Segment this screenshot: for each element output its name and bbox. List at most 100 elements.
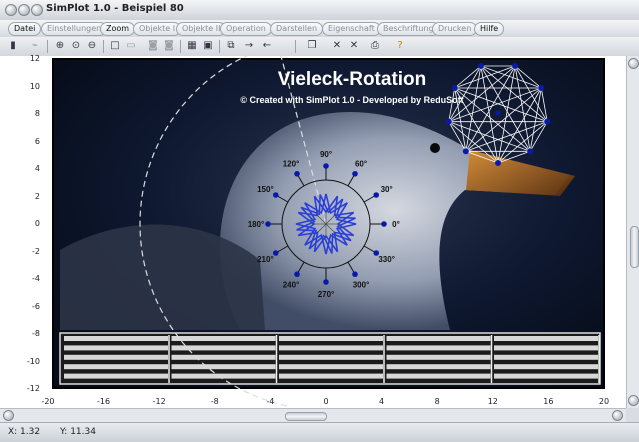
angle-point <box>323 163 329 169</box>
ruler-icon[interactable]: ⌁ <box>28 39 42 53</box>
y-tick-label: -8 <box>32 329 40 338</box>
angle-point <box>352 271 358 278</box>
angle-point <box>272 192 279 198</box>
y-tick-label: 12 <box>29 54 40 63</box>
x-tick-label: 12 <box>487 397 498 406</box>
legend-stripe <box>494 345 598 351</box>
angle-label: 0° <box>392 220 400 229</box>
menu-hilfe[interactable]: Hilfe <box>474 22 505 36</box>
angle-point <box>352 170 358 177</box>
y-tick-label: 8 <box>34 109 40 118</box>
vertical-scroll-thumb[interactable] <box>630 226 639 268</box>
table-icon[interactable]: ▦ <box>185 39 199 53</box>
y-tick-label: -12 <box>26 384 40 393</box>
zoom-out-icon[interactable]: ⊖ <box>85 39 99 53</box>
angle-label: 240° <box>283 281 300 290</box>
legend-stripe <box>171 354 276 360</box>
square-icon[interactable]: □ <box>108 39 122 53</box>
scroll-right-button[interactable] <box>612 410 623 421</box>
y-tick-label: 4 <box>34 164 40 173</box>
legend-stripe <box>64 336 168 341</box>
y-tick-label: 10 <box>29 81 40 91</box>
right-arrow-icon[interactable]: → <box>242 39 256 53</box>
text-box-icon[interactable]: ▭ <box>124 39 138 53</box>
copy-icon[interactable]: ⧉ <box>224 39 238 53</box>
x-tick-label: -8 <box>210 397 219 406</box>
scroll-down-button[interactable] <box>628 395 639 406</box>
cross2-icon[interactable]: ✕ <box>347 39 361 53</box>
toolbar-separator <box>103 40 104 53</box>
angle-label: 150° <box>257 185 274 194</box>
menu-datei[interactable]: Datei <box>8 22 42 36</box>
nonagon-vertex <box>445 118 452 125</box>
plot-canvas[interactable]: 0° 30° 60° 90° 120° 150° 180° 210° 240° 270° 300° 3… <box>0 56 626 408</box>
menu-eigenschaft[interactable]: Eigenschaft <box>322 22 381 36</box>
window-title: SimPlot 1.0 - Beispiel 80 <box>46 3 184 14</box>
x-tick-label: 16 <box>543 397 554 406</box>
help-icon[interactable]: ? <box>393 39 407 53</box>
toolbar: ▮ ⌁ ⊕ ⊙ ⊖ □ ▭ ◙ ◙ ▦ ▣ ⧉ → ← ❐ ✕ ✕ ⎙ ? <box>0 37 639 57</box>
cross-icon[interactable]: ✕ <box>330 39 344 53</box>
legend-stripe <box>171 364 276 370</box>
y-tick-label: -2 <box>32 246 40 256</box>
x-tick-label: 4 <box>379 397 385 406</box>
horizontal-scroll-thumb[interactable] <box>285 412 327 421</box>
y-tick-label: 0 <box>34 219 40 228</box>
nonagon-vertex <box>451 85 458 91</box>
toolbar-separator <box>219 40 220 53</box>
menu-objekte-1[interactable]: Objekte I <box>133 22 182 36</box>
menu-drucken[interactable]: Drucken <box>432 22 478 36</box>
menu-einstellungen[interactable]: Einstellungen <box>41 22 108 36</box>
left-arrow-icon[interactable]: ← <box>260 39 274 53</box>
legend-stripe <box>279 345 383 351</box>
nonagon-vertex <box>495 160 501 166</box>
nonagon-center <box>495 110 501 116</box>
vertical-scrollbar[interactable] <box>626 56 639 408</box>
legend-stripe <box>64 373 168 379</box>
status-y-coordinate: Y: 11.34 <box>60 427 96 437</box>
plot-subtitle: © Created with SimPlot 1.0 - Developed b… <box>240 95 463 105</box>
legend-stripe <box>386 354 491 360</box>
close-window-button[interactable] <box>5 4 17 16</box>
maximize-window-button[interactable] <box>31 4 43 16</box>
angle-point <box>294 170 300 177</box>
menu-operation[interactable]: Operation <box>220 22 272 36</box>
image-select-icon[interactable]: ▣ <box>201 39 215 53</box>
y-tick-label: 6 <box>34 136 40 146</box>
menu-darstellen[interactable]: Darstellen <box>270 22 324 36</box>
minimize-window-button[interactable] <box>18 4 30 16</box>
toolbar-separator <box>180 40 181 53</box>
angle-point <box>381 221 387 227</box>
angle-label: 60° <box>355 159 367 168</box>
x-tick-label: -16 <box>97 397 111 406</box>
angle-label: 30° <box>381 185 393 194</box>
menu-zoom[interactable]: Zoom <box>100 22 136 36</box>
menu-bar: Datei Einstellungen Zoom Objekte I Objek… <box>0 20 639 38</box>
calculator-icon[interactable]: ▮ <box>6 39 20 53</box>
toolbar-separator <box>295 40 296 53</box>
legend-stripe <box>386 373 491 379</box>
horizontal-scrollbar[interactable] <box>0 408 626 423</box>
legend-stripe <box>386 336 491 341</box>
scroll-up-button[interactable] <box>628 58 639 69</box>
record-icon[interactable]: ◙ <box>146 39 160 53</box>
scroll-left-button[interactable] <box>3 410 14 421</box>
legend-stripe <box>494 354 598 360</box>
pages-icon[interactable]: ❐ <box>305 39 319 53</box>
menu-objekte-2[interactable]: Objekte II <box>176 22 227 36</box>
x-tick-label: 0 <box>323 397 329 406</box>
angle-point <box>323 279 329 285</box>
printer-icon[interactable]: ⎙ <box>368 39 382 53</box>
legend-stripe <box>171 336 276 341</box>
zoom-in-icon[interactable]: ⊕ <box>53 39 67 53</box>
status-bar: X: 1.32 Y: 11.34 <box>0 422 639 442</box>
angle-point <box>265 221 271 227</box>
legend-stripe <box>64 345 168 351</box>
zoom-fit-icon[interactable]: ⊙ <box>69 39 83 53</box>
record2-icon[interactable]: ◙ <box>162 39 176 53</box>
legend-stripe <box>279 354 383 360</box>
angle-label: 270° <box>318 290 335 299</box>
y-tick-label: 2 <box>34 191 40 201</box>
menu-beschriftung[interactable]: Beschriftung <box>377 22 440 36</box>
x-tick-label: 8 <box>434 397 440 406</box>
